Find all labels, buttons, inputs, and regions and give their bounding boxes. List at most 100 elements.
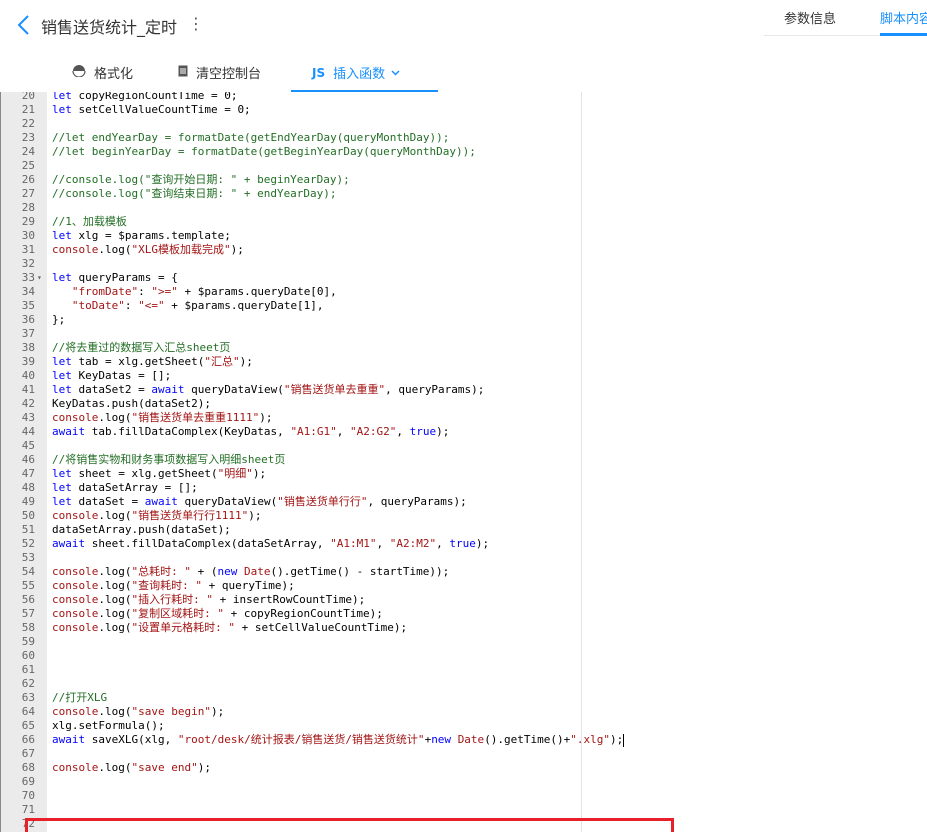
code-line: 43 console.log("销售送货单去重重1111");: [0, 411, 927, 425]
code-text: await sheet.fillDataComplex(dataSetArray…: [52, 537, 490, 550]
line-number: 70: [21, 789, 35, 802]
code-line: 59: [0, 635, 927, 649]
code-text: console.log("销售送货单去重重1111");: [52, 411, 273, 424]
js-icon: JS: [312, 65, 326, 80]
tab-params[interactable]: 参数信息: [784, 8, 836, 27]
code-text: //将销售实物和财务事项数据写入明细sheet页: [52, 453, 286, 466]
back-arrow-icon[interactable]: [14, 13, 36, 37]
line-number: 41: [21, 383, 35, 396]
header: 销售送货统计_定时 ⋮ 参数信息 脚本内容: [0, 0, 927, 50]
line-number: 30: [21, 229, 35, 242]
code-line: 70: [0, 789, 927, 803]
code-text: console.log("save end");: [52, 761, 211, 774]
code-lines: 20 let copyRegionCountTime = 0; 21 let setC…: [0, 92, 927, 831]
line-number: 67: [21, 747, 35, 760]
code-text: console.log("查询耗时: " + queryTime);: [52, 579, 295, 592]
code-text: //let beginYearDay = formatDate(getBegin…: [52, 145, 476, 158]
code-line: 22: [0, 117, 927, 131]
line-number: 28: [21, 201, 35, 214]
code-line: 45: [0, 439, 927, 453]
code-line: 66 await saveXLG(xlg, "root/desk/统计报表/销售送…: [0, 733, 927, 747]
code-text: let sheet = xlg.getSheet("明细");: [52, 467, 267, 480]
code-line: 44 await tab.fillDataComplex(KeyDatas, "A…: [0, 425, 927, 439]
code-text: let dataSet = await queryDataView("销售送货单…: [52, 495, 467, 508]
code-line: 25: [0, 159, 927, 173]
format-icon: [72, 64, 86, 81]
code-line: 57 console.log("复制区域耗时: " + copyRegionCou…: [0, 607, 927, 621]
code-line: 28: [0, 201, 927, 215]
code-line: 23 //let endYearDay = formatDate(getEndYe…: [0, 131, 927, 145]
code-line: 63 //打开XLG: [0, 691, 927, 705]
code-line: 27 //console.log("查询结束日期: " + endYearDay)…: [0, 187, 927, 201]
code-text: let dataSetArray = [];: [52, 481, 198, 494]
code-line: 49 let dataSet = await queryDataView("销售送…: [0, 495, 927, 509]
line-number: 48: [21, 481, 35, 494]
line-number: 58: [21, 621, 35, 634]
code-text: let dataSet2 = await queryDataView("销售送货…: [52, 383, 485, 396]
code-line: 48 let dataSetArray = [];: [0, 481, 927, 495]
code-line: 39 let tab = xlg.getSheet("汇总");: [0, 355, 927, 369]
line-number: 54: [21, 565, 35, 578]
document-icon: [178, 65, 188, 81]
line-number: 42: [21, 397, 35, 410]
code-line: 68 console.log("save end");: [0, 761, 927, 775]
line-number: 47: [21, 467, 35, 480]
code-line: 60: [0, 649, 927, 663]
active-tab-indicator: [880, 33, 927, 36]
code-text: "fromDate": ">=" + $params.queryDate[0],: [71, 285, 337, 298]
code-line: 55 console.log("查询耗时: " + queryTime);: [0, 579, 927, 593]
code-line: 35 "toDate": "<=" + $params.queryDate[1]…: [0, 299, 927, 313]
code-line: 53: [0, 551, 927, 565]
format-button[interactable]: 格式化: [72, 63, 133, 82]
code-line: 71: [0, 803, 927, 817]
code-line: 31 console.log("XLG模板加载完成");: [0, 243, 927, 257]
code-text: "toDate": "<=" + $params.queryDate[1],: [71, 299, 324, 312]
line-number: 32: [21, 257, 35, 270]
line-number: 57: [21, 607, 35, 620]
code-line: 58 console.log("设置单元格耗时: " + setCellValue…: [0, 621, 927, 635]
more-menu-icon[interactable]: ⋮: [188, 14, 204, 34]
code-line: 51 dataSetArray.push(dataSet);: [0, 523, 927, 537]
line-number: 38: [21, 341, 35, 354]
editor-toolbar: 格式化 清空控制台 JS 插入函数: [0, 50, 927, 92]
code-line: 29 //1、加载模板: [0, 215, 927, 229]
line-number: 71: [21, 803, 35, 816]
line-number: 31: [21, 243, 35, 256]
code-text: console.log("销售送货单行行1111");: [52, 509, 262, 522]
code-text: //打开XLG: [52, 691, 108, 704]
clear-console-label: 清空控制台: [196, 67, 262, 82]
chevron-down-icon: [391, 65, 400, 80]
line-number: 68: [21, 761, 35, 774]
line-number: 23: [21, 131, 35, 144]
code-text: //将去重过的数据写入汇总sheet页: [52, 341, 231, 354]
highlight-box: [25, 818, 674, 832]
line-number: 60: [21, 649, 35, 662]
line-number: 40: [21, 369, 35, 382]
code-text: //console.log("查询结束日期: " + endYearDay);: [52, 187, 337, 200]
insert-function-dropdown[interactable]: JS 插入函数: [312, 63, 400, 82]
line-number: 27: [21, 187, 35, 200]
line-number: 51: [21, 523, 35, 536]
code-line: 30 let xlg = $params.template;: [0, 229, 927, 243]
code-line: 64 console.log("save begin");: [0, 705, 927, 719]
code-line: 33 ▾ let queryParams = {: [0, 271, 927, 285]
code-text: let tab = xlg.getSheet("汇总");: [52, 355, 253, 368]
code-text: console.log("复制区域耗时: " + copyRegionCount…: [52, 607, 383, 620]
line-number: 22: [21, 117, 35, 130]
code-editor[interactable]: 20 let copyRegionCountTime = 0; 21 let setC…: [0, 92, 927, 832]
line-number: 21: [21, 103, 35, 116]
tab-script[interactable]: 脚本内容: [880, 8, 927, 27]
line-number: 62: [21, 677, 35, 690]
line-number: 34: [21, 285, 35, 298]
code-line: 47 let sheet = xlg.getSheet("明细");: [0, 467, 927, 481]
clear-console-button[interactable]: 清空控制台: [178, 63, 261, 82]
code-text: let xlg = $params.template;: [52, 229, 231, 242]
fold-toggle-icon[interactable]: ▾: [37, 271, 42, 285]
line-number: 44: [21, 425, 35, 438]
code-text: //console.log("查询开始日期: " + beginYearDay)…: [52, 173, 350, 186]
code-line: 38 //将去重过的数据写入汇总sheet页: [0, 341, 927, 355]
code-line: 34 "fromDate": ">=" + $params.queryDate[…: [0, 285, 927, 299]
code-text: let KeyDatas = [];: [52, 369, 172, 382]
line-number: 46: [21, 453, 35, 466]
code-line: 67: [0, 747, 927, 761]
